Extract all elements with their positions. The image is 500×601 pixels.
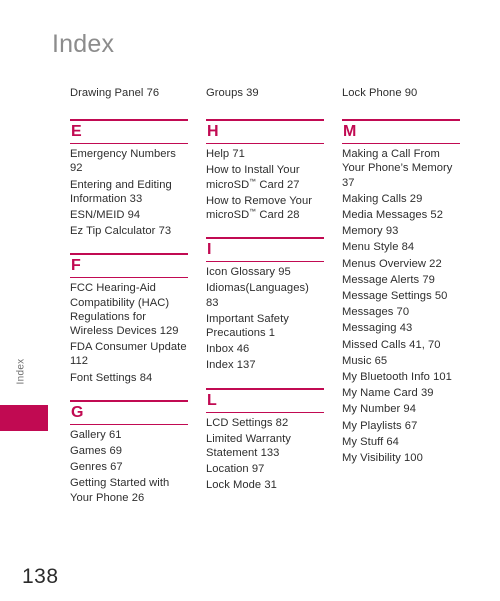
section-rule-bottom [206,261,324,263]
index-entry: Message Alerts 79 [342,273,435,286]
index-entry: Gallery 61 [70,428,122,441]
index-entry: Icon Glossary 95 [206,266,291,279]
index-section-I: I Icon Glossary 95 Idiomas(Languages) 83 Im… [206,237,324,372]
index-entry: How to Remove Your microSD™ Card 28 [206,194,312,222]
index-entry: Memory 93 [342,225,399,238]
index-entry: Menu Style 84 [342,241,415,254]
section-letter: I [207,241,212,259]
index-entry: My Visibility 100 [342,452,423,465]
index-column-3: Lock Phone 90 M Making a Call From Your Ph… [342,86,460,507]
index-entry: My Bluetooth Info 101 [342,371,452,384]
trademark-symbol: ™ [249,177,257,185]
section-entry-list: Icon Glossary 95 Idiomas(Languages) 83 Imp… [206,265,324,372]
section-letter: E [71,123,82,141]
index-entry: ESN/MEID 94 [70,209,141,222]
section-entry-list: LCD Settings 82 Limited Warranty Statemen… [206,416,324,493]
section-rule-bottom [206,411,324,413]
index-entry: Font Settings 84 [70,371,153,384]
index-entry: My Playlists 67 [342,419,418,432]
index-entry: Limited Warranty Statement 133 [206,432,291,460]
index-section-M: M Making a Call From Your Phone’s Memory … [342,119,460,465]
index-columns: Drawing Panel 76 E Emergency Numbers 92 Ent… [70,86,470,507]
index-entry: My Name Card 39 [342,387,434,400]
index-entry: Media Messages 52 [342,209,443,222]
index-entry: Messaging 43 [342,322,413,335]
index-entry: Message Settings 50 [342,290,448,303]
index-entry: Ez Tip Calculator 73 [70,225,172,238]
index-entry: Messages 70 [342,306,410,319]
side-tab-label: Index [15,358,27,385]
index-entry: Entering and Editing Information 33 [70,178,172,205]
index-entry: Groups 39 [206,87,259,99]
section-rule-bottom [70,143,188,145]
index-entry: Help 71 [206,148,245,161]
index-section-L: L LCD Settings 82 Limited Warranty Stateme… [206,387,324,493]
index-section-G: G Gallery 61 Games 69 Genres 67 Getting Star… [70,399,188,505]
index-entry: Lock Mode 31 [206,479,277,492]
section-entry-list: Gallery 61 Games 69 Genres 67 Getting Start… [70,428,188,505]
section-letter: L [207,391,217,409]
index-entry: Menus Overview 22 [342,257,442,270]
index-entry: How to Install Your microSD™ Card 27 [206,164,300,191]
index-section-F: F FCC Hearing-Aid Compatibility (HAC) Reg… [70,253,188,384]
index-section-E: E Emergency Numbers 92 Entering and Editin… [70,119,188,238]
page-title: Index [52,30,115,58]
index-entry: Making Calls 29 [342,192,423,205]
index-entry: Index 137 [206,359,256,372]
index-entry: Location 97 [206,463,265,476]
index-column-1: Drawing Panel 76 E Emergency Numbers 92 Ent… [70,86,188,507]
side-tab: Index [0,330,52,435]
index-entry: Drawing Panel 76 [70,87,160,99]
index-entry: Games 69 [70,445,123,458]
index-entry: Inbox 46 [206,343,250,356]
section-rule-bottom [70,423,188,425]
page-number: 138 [22,565,59,588]
section-entry-list: Help 71 How to Install Your microSD™ Card… [206,147,324,222]
section-letter: H [207,123,219,141]
index-column-2: Groups 39 H Help 71 How to Install Your mic… [206,86,324,507]
index-entry: My Stuff 64 [342,435,399,448]
section-rule-bottom [342,143,460,145]
trademark-symbol: ™ [249,208,257,216]
index-entry: FCC Hearing-Aid Compatibility (HAC) Regu… [70,282,179,338]
section-entry-list: FCC Hearing-Aid Compatibility (HAC) Regu… [70,281,188,384]
index-entry: Important Safety Precautions 1 [206,312,289,340]
index-entry: Genres 67 [70,461,123,474]
section-entry-list: Making a Call From Your Phone’s Memory 3… [342,147,460,465]
index-section-H: H Help 71 How to Install Your microSD™ Car… [206,119,324,222]
index-entry: Getting Started with Your Phone 26 [70,477,170,504]
index-entry: My Number 94 [342,403,416,416]
section-rule-bottom [206,143,324,145]
index-entry: Missed Calls 41, 70 [342,338,441,351]
side-tab-marker [0,405,48,431]
index-entry: Lock Phone 90 [342,87,418,99]
index-entry: Music 65 [342,354,388,367]
section-entry-list: Emergency Numbers 92 Entering and Editing… [70,147,188,238]
index-entry: Idiomas(Languages) 83 [206,282,309,309]
index-entry: FDA Consumer Update 112 [70,341,187,368]
index-entry: Emergency Numbers 92 [70,148,176,175]
index-entry: Making a Call From Your Phone’s Memory 3… [342,148,453,189]
section-letter: G [71,403,84,421]
section-letter: F [71,257,81,275]
section-rule-bottom [70,277,188,279]
section-letter: M [343,123,357,141]
index-entry: LCD Settings 82 [206,416,289,429]
